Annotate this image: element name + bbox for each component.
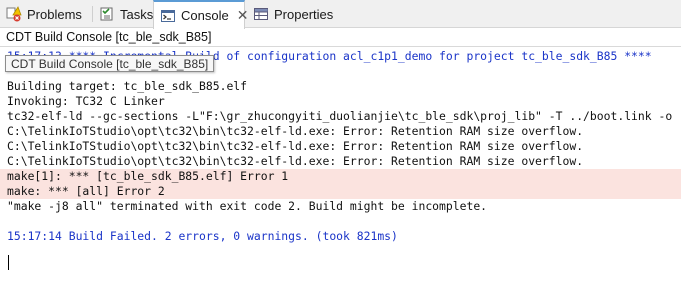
console-title: CDT Build Console [tc_ble_sdk_B85] <box>6 30 212 44</box>
view-tab-bar: Problems Tasks Console ✕ Properties <box>0 0 681 29</box>
console-line: C:\TelinkIoTStudio\opt\tc32\bin\tc32-elf… <box>7 154 584 168</box>
console-output[interactable]: 15:17:13 **** Incremental Build of confi… <box>0 47 681 290</box>
problems-icon <box>6 6 22 22</box>
tab-problems[interactable]: Problems <box>0 0 92 28</box>
text-cursor <box>8 255 9 270</box>
console-icon <box>160 8 176 24</box>
tab-tasks-label: Tasks <box>120 6 154 22</box>
console-line: 15:17:14 Build Failed. 2 errors, 0 warni… <box>7 229 398 243</box>
tab-console-label: Console <box>181 8 229 23</box>
tab-tasks[interactable]: Tasks <box>93 0 153 28</box>
console-line: C:\TelinkIoTStudio\opt\tc32\bin\tc32-elf… <box>7 139 584 153</box>
console-line: tc32-elf-ld --gc-sections -L"F:\gr_zhuco… <box>7 109 673 123</box>
console-line: "make -j8 all" terminated with exit code… <box>7 199 488 213</box>
console-line: Invoking: TC32 C Linker <box>7 94 165 108</box>
tab-console[interactable]: Console ✕ <box>153 0 248 29</box>
tasks-icon <box>99 6 115 22</box>
tab-properties-label: Properties <box>274 6 334 22</box>
console-line: C:\TelinkIoTStudio\opt\tc32\bin\tc32-elf… <box>7 124 584 138</box>
tab-properties[interactable]: Properties <box>247 0 343 28</box>
console-error-line: make[1]: *** [tc_ble_sdk_B85.elf] Error … <box>0 169 681 184</box>
console-tooltip: CDT Build Console [tc_ble_sdk_B85] <box>5 55 215 72</box>
console-error-line: make: *** [all] Error 2 <box>0 184 681 199</box>
console-line: Building target: tc_ble_sdk_B85.elf <box>7 79 248 93</box>
tab-problems-label: Problems <box>27 6 82 22</box>
properties-icon <box>253 6 269 22</box>
